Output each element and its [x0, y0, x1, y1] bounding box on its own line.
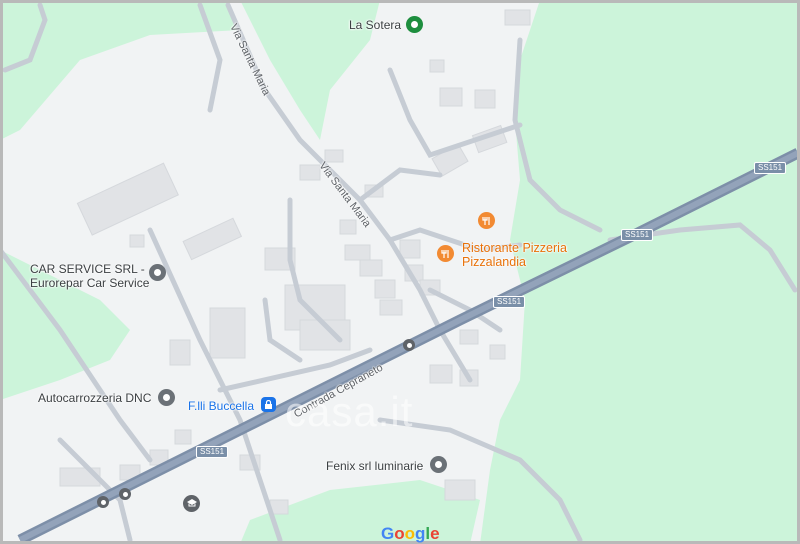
bus-icon[interactable]	[403, 339, 415, 351]
restaurant-pin-icon[interactable]	[478, 212, 495, 229]
place-label-la-sotera[interactable]: La Sotera	[349, 18, 401, 32]
building	[374, 279, 396, 299]
shopping-lock-icon[interactable]	[261, 397, 276, 412]
car-service-line1: CAR SERVICE SRL -	[30, 262, 145, 276]
casa-it-watermark: casa.it	[285, 388, 414, 435]
road-shield-ss151: SS151	[621, 229, 654, 241]
school-icon[interactable]	[183, 495, 200, 512]
building	[339, 219, 357, 235]
building	[459, 329, 479, 345]
building	[324, 149, 344, 163]
car-service-line2: Eurorepar Car Service	[30, 276, 150, 290]
building	[169, 339, 191, 366]
place-label-ristorante-pizzeria[interactable]: Ristorante Pizzeria Pizzalandia	[462, 241, 567, 269]
building	[344, 244, 371, 261]
park-pin-icon[interactable]	[406, 16, 423, 33]
building	[444, 479, 476, 501]
building	[209, 307, 246, 359]
building	[429, 364, 453, 384]
bus-icon[interactable]	[119, 488, 131, 500]
road-shield-ss151: SS151	[493, 296, 526, 308]
business-pin-icon[interactable]	[430, 456, 447, 473]
road-shield-ss151: SS151	[196, 446, 229, 458]
business-pin-icon[interactable]	[158, 389, 175, 406]
ristorante-line1: Ristorante Pizzeria	[462, 241, 567, 255]
building	[174, 429, 192, 445]
building	[429, 59, 445, 73]
business-pin-icon[interactable]	[149, 264, 166, 281]
building	[439, 87, 463, 107]
building	[379, 299, 403, 316]
building	[504, 9, 531, 26]
building	[489, 344, 506, 360]
green-area-right	[480, 0, 800, 544]
road-shield-ss151: SS151	[754, 162, 787, 174]
building	[359, 259, 383, 277]
ristorante-line2: Pizzalandia	[462, 255, 526, 269]
place-label-fenix[interactable]: Fenix srl luminarie	[326, 459, 423, 473]
bus-icon[interactable]	[97, 496, 109, 508]
place-label-car-service[interactable]: CAR SERVICE SRL - Eurorepar Car Service	[30, 262, 149, 290]
place-label-buccella[interactable]: F.lli Buccella	[188, 399, 254, 413]
restaurant-pin-icon[interactable]	[437, 245, 454, 262]
building	[129, 234, 145, 248]
place-label-autocarrozzeria[interactable]: Autocarrozzeria DNC	[38, 391, 151, 405]
building	[399, 239, 421, 259]
building	[474, 89, 496, 109]
google-logo: Google	[381, 524, 440, 543]
